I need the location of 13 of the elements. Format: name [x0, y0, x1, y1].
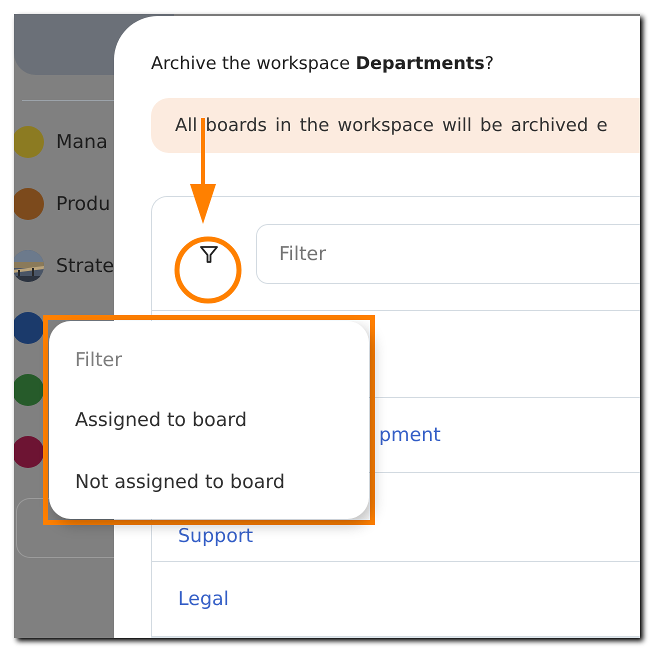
- warning-message: All boards in the workspace will be archived e: [151, 98, 640, 153]
- dialog-question: Archive the workspace Departments?: [151, 54, 495, 74]
- highlight-circle: [174, 236, 242, 304]
- menu-item[interactable]: Assigned to board: [75, 389, 369, 451]
- workspace-name[interactable]: Strate: [56, 255, 114, 277]
- menu-item[interactable]: Not assigned to board: [75, 451, 369, 513]
- board-link[interactable]: Legal: [178, 588, 229, 610]
- workspace-name[interactable]: Produ: [56, 193, 110, 215]
- board-link[interactable]: Support: [178, 525, 254, 547]
- workspace-name[interactable]: Mana: [56, 131, 108, 153]
- menu-header: Filter: [75, 348, 124, 373]
- filter-field[interactable]: Filter: [256, 224, 640, 284]
- board-link[interactable]: pment: [379, 424, 441, 446]
